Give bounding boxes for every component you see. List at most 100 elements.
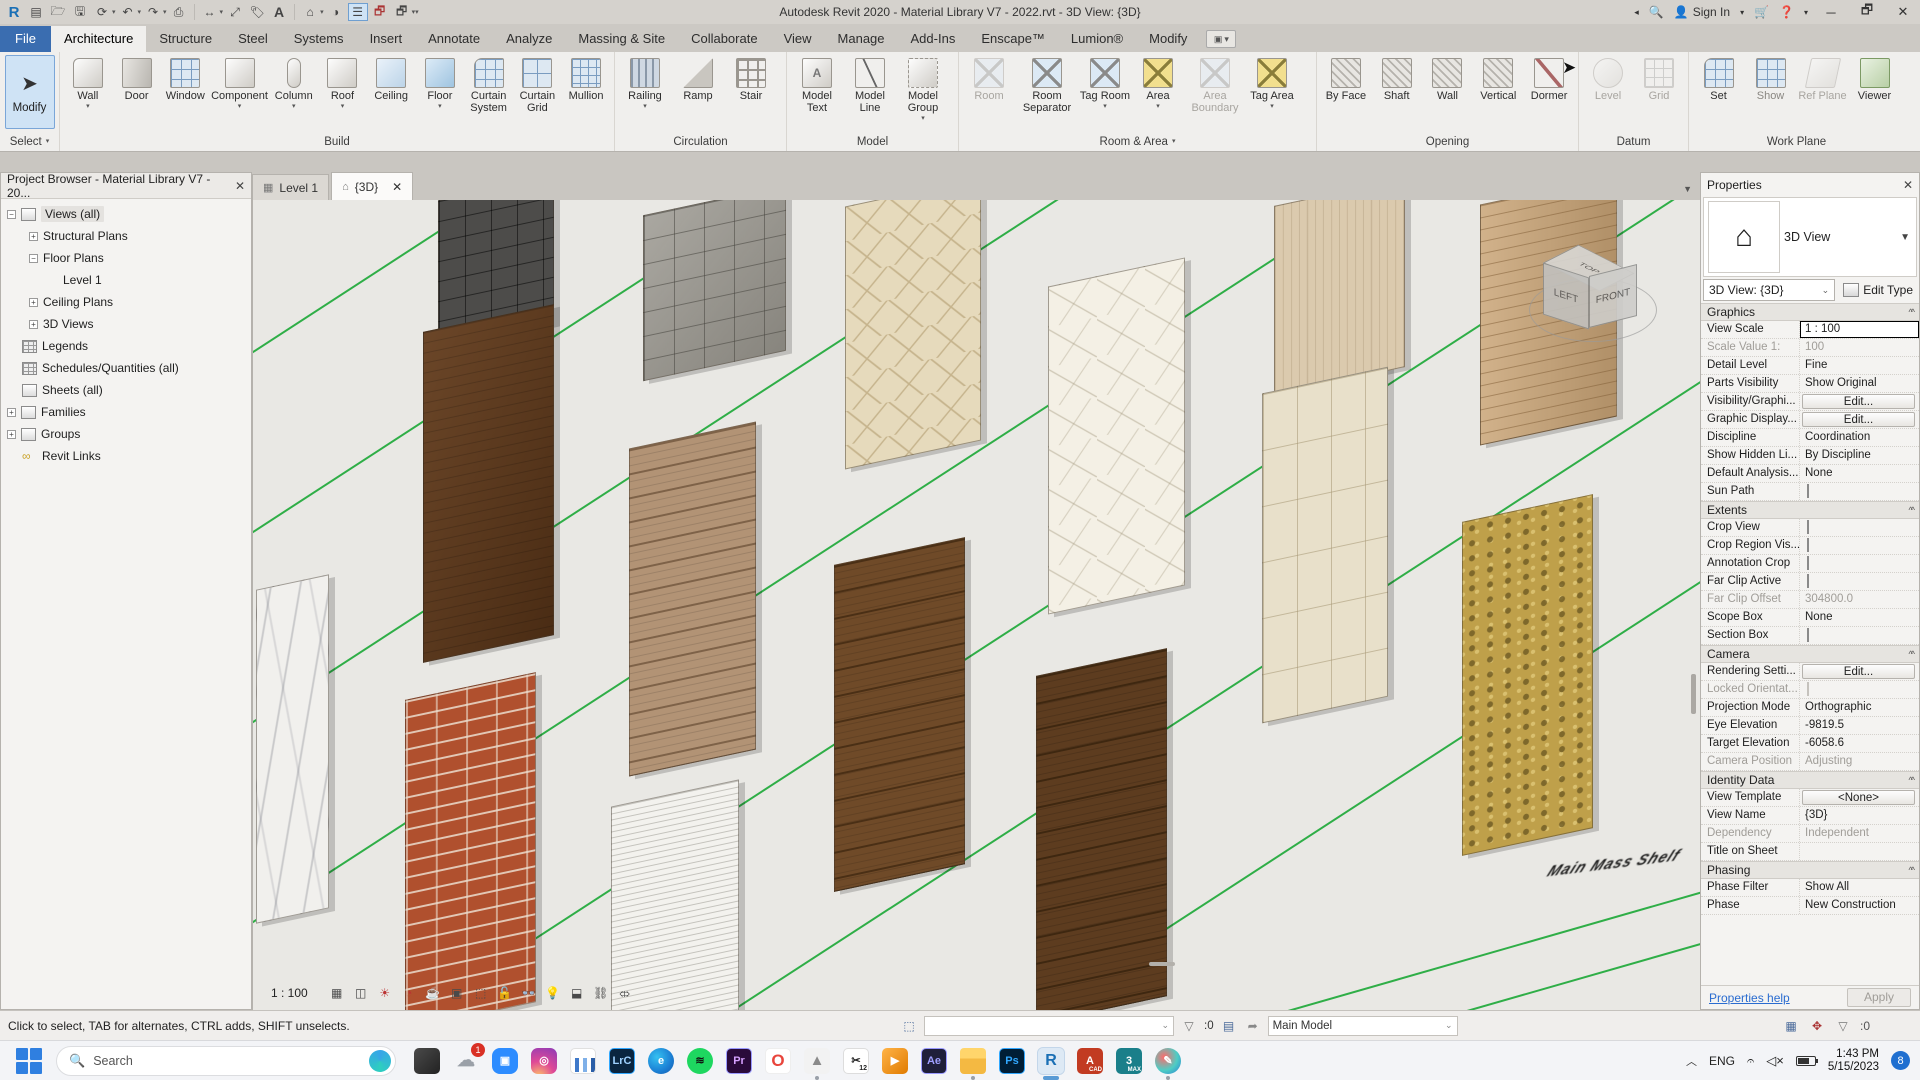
view-dropdown[interactable]: ▾ [320, 8, 324, 16]
property-row-discipline[interactable]: Discipline Coordination [1701, 429, 1919, 447]
app-icon-movies[interactable] [570, 1047, 596, 1074]
unlocked-view-icon[interactable]: 🔓 [496, 985, 514, 1001]
tab-collaborate[interactable]: Collaborate [678, 26, 771, 52]
material-panel-flagstone[interactable] [845, 200, 981, 470]
type-selector[interactable]: ⌂ 3D View ▼ [1703, 197, 1917, 277]
main-model-dropdown[interactable]: Main Model ⌄ [1267, 1015, 1458, 1036]
tree-item-sheets[interactable]: Sheets (all) [1, 379, 251, 401]
column-button[interactable]: Column ▾ [270, 55, 318, 129]
ceiling-button[interactable]: Ceiling [367, 55, 415, 129]
crop-view-checkbox[interactable] [1807, 520, 1809, 534]
tree-item-structural-plans[interactable]: + Structural Plans [1, 225, 251, 247]
curtain-grid-button[interactable]: Curtain Grid [513, 55, 561, 129]
tree-item-level-1[interactable]: Level 1 [1, 269, 251, 291]
tree-item-schedules[interactable]: Schedules/Quantities (all) [1, 357, 251, 379]
app-icon-zoom[interactable]: ▣ [492, 1047, 518, 1074]
component-button[interactable]: Component ▾ [210, 55, 269, 129]
model-text-button[interactable]: A Model Text [791, 55, 843, 129]
worksets-dropdown[interactable]: ⌄ [924, 1015, 1174, 1036]
material-panel-red-brick[interactable] [405, 672, 536, 1010]
revit-logo-icon[interactable]: R [4, 3, 24, 21]
minimize-button[interactable]: ─ [1818, 5, 1844, 20]
property-row-eye-elevation[interactable]: Eye Elevation -9819.5 [1701, 717, 1919, 735]
select-panel-label[interactable]: Select ▾ [0, 132, 59, 151]
property-row-default-analysis[interactable]: Default Analysis... None [1701, 465, 1919, 483]
by-face-button[interactable]: By Face [1321, 55, 1371, 129]
text-icon[interactable]: A [269, 3, 289, 21]
sync-icon[interactable]: ⟳ [92, 3, 112, 21]
active-design-option-icon[interactable]: ➦ [1244, 1018, 1262, 1034]
render-icon[interactable]: ☕ [424, 985, 442, 1001]
tab-add-ins[interactable]: Add-Ins [898, 26, 969, 52]
app-icon-after-effects[interactable]: Ae [921, 1047, 947, 1074]
print-icon[interactable]: ⎙ [169, 3, 189, 21]
tab-view[interactable]: View [771, 26, 825, 52]
property-row-crop-view[interactable]: Crop View [1701, 519, 1919, 537]
material-panel-light-wood[interactable] [1274, 200, 1405, 395]
tree-item-legends[interactable]: Legends [1, 335, 251, 357]
material-panel-gray-stone[interactable] [643, 200, 786, 382]
tag-room-button[interactable]: Tag Room ▾ [1079, 55, 1131, 129]
sync-dropdown[interactable]: ▾ [112, 8, 116, 16]
tab-steel[interactable]: Steel [225, 26, 281, 52]
view-tab-level-1[interactable]: ▦ Level 1 [252, 174, 330, 200]
drawing-area[interactable]: TOP LEFT FRONT Main Mass Shelf 1 : 100 ▦… [252, 200, 1700, 1010]
property-row-annotation-crop[interactable]: Annotation Crop [1701, 555, 1919, 573]
tab-lumion[interactable]: Lumion® [1058, 26, 1136, 52]
section-extents[interactable]: Extents ^^ [1701, 501, 1919, 519]
shaft-button[interactable]: Shaft [1372, 55, 1422, 129]
stair-button[interactable]: Stair [725, 55, 777, 129]
view-template-button[interactable]: <None> [1802, 790, 1915, 805]
app-icon-file-explorer[interactable] [960, 1047, 986, 1080]
expand-icon[interactable]: + [7, 407, 16, 417]
view-scale-control[interactable]: 1 : 100 [271, 986, 308, 1000]
property-row-rendering-settings[interactable]: Rendering Setti... Edit... [1701, 663, 1919, 681]
temporary-hide-isolate-icon[interactable]: 👓 [520, 985, 538, 1001]
app-store-cart-icon[interactable]: 🛒 [1754, 5, 1769, 19]
property-row-crop-region-visible[interactable]: Crop Region Vis... [1701, 537, 1919, 555]
selection-filter-icon[interactable]: ▽ [1834, 1018, 1852, 1034]
area-button[interactable]: Area ▾ [1132, 55, 1184, 129]
crop-region-checkbox[interactable] [1807, 538, 1809, 552]
ramp-button[interactable]: Ramp [672, 55, 724, 129]
press-drag-icon[interactable]: ✥ [1808, 1018, 1826, 1034]
far-clip-checkbox[interactable] [1807, 574, 1809, 588]
tab-enscape[interactable]: Enscape™ [968, 26, 1058, 52]
tab-manage[interactable]: Manage [825, 26, 898, 52]
section-camera[interactable]: Camera ^^ [1701, 645, 1919, 663]
rendering-settings-edit-button[interactable]: Edit... [1802, 664, 1915, 679]
model-group-button[interactable]: Model Group ▾ [897, 55, 949, 129]
wifi-icon[interactable]: 𝄐 [1747, 1053, 1754, 1069]
worksets-icon[interactable]: ⬚ [900, 1018, 918, 1034]
app-icon-instagram[interactable]: ◎ [531, 1047, 557, 1074]
app-icon-opera[interactable]: O [765, 1047, 791, 1074]
app-icon-spotify[interactable]: ≋ [687, 1047, 713, 1074]
dimension-icon[interactable]: ⤢ [225, 3, 245, 21]
tree-item-groups[interactable]: + Groups [1, 423, 251, 445]
apply-button[interactable]: Apply [1847, 988, 1911, 1007]
volume-muted-icon[interactable]: ◁× [1766, 1053, 1784, 1069]
language-indicator[interactable]: ENG [1709, 1054, 1735, 1068]
vertical-scrollbar[interactable] [1689, 200, 1698, 1010]
tab-annotate[interactable]: Annotate [415, 26, 493, 52]
material-panel-white-crackle[interactable] [1048, 257, 1185, 615]
start-button[interactable] [14, 1046, 44, 1076]
redo-dropdown[interactable]: ▾ [163, 8, 167, 16]
material-panel-white-marble[interactable] [256, 574, 329, 924]
tree-item-revit-links[interactable]: ∞ Revit Links [1, 445, 251, 467]
material-panel-dark-brown-wood[interactable] [423, 304, 554, 663]
app-icon-photoshop[interactable]: Ps [999, 1047, 1025, 1074]
type-selector-dropdown[interactable]: ▼ [1900, 232, 1910, 243]
property-row-phase[interactable]: Phase New Construction [1701, 897, 1919, 915]
app-icon-autocad[interactable]: A CAD [1077, 1047, 1103, 1074]
tab-insert[interactable]: Insert [357, 26, 416, 52]
expand-icon[interactable]: + [7, 429, 16, 439]
close-view-tab-icon[interactable]: ✕ [392, 180, 402, 194]
property-row-view-scale[interactable]: View Scale 1 : 100 [1701, 321, 1919, 339]
mullion-button[interactable]: Mullion [562, 55, 610, 129]
app-icon-revit-active[interactable]: R [1037, 1046, 1065, 1080]
exclude-options-icon[interactable]: ▦ [1782, 1018, 1800, 1034]
help-dropdown[interactable]: ▾ [1804, 8, 1808, 17]
material-panel-dark-planks-2[interactable] [1036, 648, 1167, 1010]
sign-in-dropdown[interactable]: ▾ [1740, 8, 1744, 17]
